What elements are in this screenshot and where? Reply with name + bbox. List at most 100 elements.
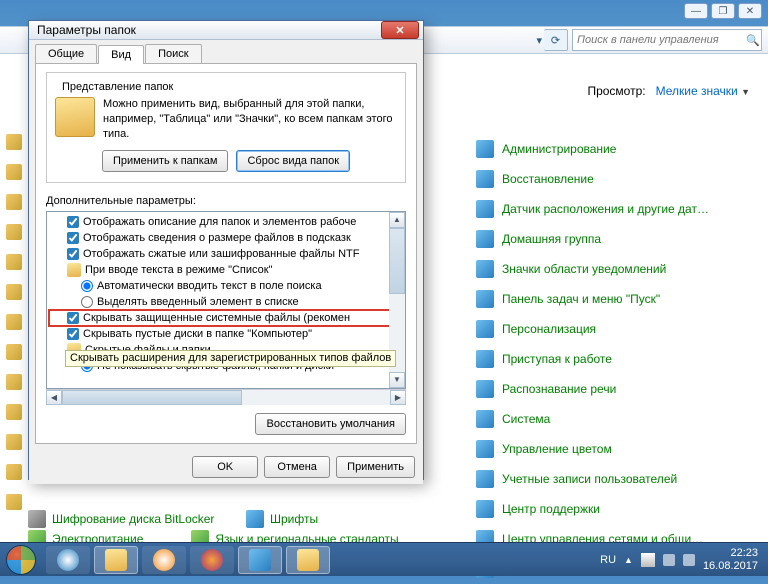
restore-defaults-button[interactable]: Восстановить умолчания — [255, 413, 406, 435]
tab-general[interactable]: Общие — [35, 44, 97, 63]
option-radio[interactable] — [81, 296, 93, 308]
refresh-button[interactable]: ⟳ — [544, 29, 568, 51]
category-icon — [476, 500, 494, 518]
control-panel-item[interactable]: Значки области уведомлений — [476, 254, 756, 284]
dialog-title: Параметры папок — [37, 23, 381, 37]
control-panel-item[interactable]: Управление цветом — [476, 434, 756, 464]
option-checkbox[interactable] — [67, 232, 79, 244]
tab-view[interactable]: Вид — [98, 45, 144, 64]
taskbar-media-button[interactable] — [142, 546, 186, 574]
control-panel-item[interactable]: Администрирование — [476, 134, 756, 164]
clock[interactable]: 22:23 16.08.2017 — [703, 547, 758, 571]
taskbar-controlpanel-button[interactable] — [238, 546, 282, 574]
start-button[interactable] — [0, 543, 42, 577]
bg-window-controls: — ❐ ✕ — [684, 3, 762, 19]
advanced-option-row[interactable]: Скрывать защищенные системные файлы (рек… — [49, 310, 403, 326]
left-edge-icons — [6, 134, 22, 524]
control-panel-item[interactable]: Восстановление — [476, 164, 756, 194]
bg-close-button[interactable]: ✕ — [738, 3, 762, 19]
folder-icon — [67, 263, 81, 277]
taskbar-folder-button[interactable] — [286, 546, 330, 574]
option-checkbox[interactable] — [67, 216, 79, 228]
apply-to-folders-button[interactable]: Применить к папкам — [102, 150, 229, 172]
option-checkbox[interactable] — [67, 312, 79, 324]
taskbar: RU ▲ 22:23 16.08.2017 — [0, 542, 768, 576]
option-radio[interactable] — [81, 280, 93, 292]
system-tray: RU ▲ 22:23 16.08.2017 — [600, 547, 762, 571]
chevron-down-icon: ▼ — [741, 87, 750, 97]
taskbar-firefox-button[interactable] — [190, 546, 234, 574]
advanced-option-row[interactable]: Отображать описание для папок и элементо… — [49, 214, 403, 230]
tooltip: Скрывать расширения для зарегистрированн… — [65, 350, 396, 367]
network-icon[interactable] — [663, 554, 675, 566]
view-mode-row: Просмотр: Мелкие значки ▼ — [587, 84, 750, 98]
advanced-options-list[interactable]: Отображать описание для папок и элементо… — [46, 211, 406, 389]
folder-icon — [55, 97, 95, 137]
search-box[interactable]: 🔍 — [572, 29, 762, 51]
category-icon — [476, 140, 494, 158]
volume-icon[interactable] — [683, 554, 695, 566]
horizontal-scrollbar[interactable]: ◀ ▶ — [46, 389, 406, 405]
tray-chevron-icon[interactable]: ▲ — [624, 555, 633, 565]
folder-views-fieldset: Представление папок Можно применить вид,… — [46, 72, 406, 183]
category-icon — [476, 470, 494, 488]
control-panel-item[interactable]: Датчик расположения и другие дат… — [476, 194, 756, 224]
category-icon — [476, 260, 494, 278]
bg-maximize-button[interactable]: ❐ — [711, 3, 735, 19]
control-panel-item[interactable]: Система — [476, 404, 756, 434]
search-input[interactable] — [573, 34, 745, 46]
taskbar-explorer-button[interactable] — [94, 546, 138, 574]
flag-icon[interactable] — [641, 553, 655, 567]
scroll-right-button[interactable]: ▶ — [390, 390, 406, 405]
scroll-up-button[interactable]: ▲ — [389, 212, 405, 228]
scroll-left-button[interactable]: ◀ — [46, 390, 62, 405]
scroll-down-button[interactable]: ▼ — [389, 372, 405, 388]
ok-button[interactable]: OK — [192, 456, 258, 478]
control-panel-item[interactable]: Центр поддержки — [476, 494, 756, 524]
control-panel-item[interactable]: Панель задач и меню "Пуск" — [476, 284, 756, 314]
control-panel-item[interactable]: Шифрование диска BitLocker — [28, 510, 214, 528]
reset-folders-button[interactable]: Сброс вида папок — [236, 150, 350, 172]
category-icon — [476, 440, 494, 458]
option-checkbox[interactable] — [67, 248, 79, 260]
advanced-option-row[interactable]: При вводе текста в режиме "Список" — [49, 262, 403, 278]
dialog-titlebar: Параметры папок ✕ — [29, 21, 423, 40]
advanced-option-row[interactable]: Отображать сведения о размере файлов в п… — [49, 230, 403, 246]
advanced-option-row[interactable]: Отображать сжатые или зашифрованные файл… — [49, 246, 403, 262]
category-icon — [476, 170, 494, 188]
scroll-thumb[interactable] — [389, 228, 405, 294]
category-icon — [476, 380, 494, 398]
category-icon — [476, 410, 494, 428]
view-mode-link[interactable]: Мелкие значки — [656, 84, 738, 98]
search-icon: 🔍 — [745, 34, 761, 47]
bg-minimize-button[interactable]: — — [684, 3, 708, 19]
control-panel-items-right: АдминистрированиеВосстановлениеДатчик ра… — [476, 134, 756, 584]
control-panel-item[interactable]: Персонализация — [476, 314, 756, 344]
control-panel-item[interactable]: Приступая к работе — [476, 344, 756, 374]
category-icon — [476, 230, 494, 248]
category-icon — [476, 290, 494, 308]
advanced-option-row[interactable]: Скрывать пустые диски в папке "Компьютер… — [49, 326, 403, 342]
windows-orb-icon — [6, 545, 36, 575]
tab-search[interactable]: Поиск — [145, 44, 201, 63]
advanced-label: Дополнительные параметры: — [46, 195, 406, 207]
category-icon — [476, 200, 494, 218]
category-icon — [476, 320, 494, 338]
language-indicator[interactable]: RU — [600, 554, 616, 566]
taskbar-ie-button[interactable] — [46, 546, 90, 574]
option-checkbox[interactable] — [67, 328, 79, 340]
folder-options-dialog: Параметры папок ✕ Общие Вид Поиск Предст… — [28, 20, 424, 480]
dialog-close-button[interactable]: ✕ — [381, 21, 419, 39]
control-panel-item[interactable]: Шрифты — [246, 510, 318, 528]
category-icon — [476, 350, 494, 368]
advanced-option-row[interactable]: Автоматически вводить текст в поле поиск… — [49, 278, 403, 294]
control-panel-item[interactable]: Домашняя группа — [476, 224, 756, 254]
control-panel-item[interactable]: Распознавание речи — [476, 374, 756, 404]
dialog-tabs: Общие Вид Поиск — [29, 40, 423, 63]
folder-views-desc: Можно применить вид, выбранный для этой … — [103, 97, 397, 142]
cancel-button[interactable]: Отмена — [264, 456, 330, 478]
scroll-thumb-h[interactable] — [62, 390, 242, 405]
apply-button[interactable]: Применить — [336, 456, 415, 478]
control-panel-item[interactable]: Учетные записи пользователей — [476, 464, 756, 494]
advanced-option-row[interactable]: Выделять введенный элемент в списке — [49, 294, 403, 310]
